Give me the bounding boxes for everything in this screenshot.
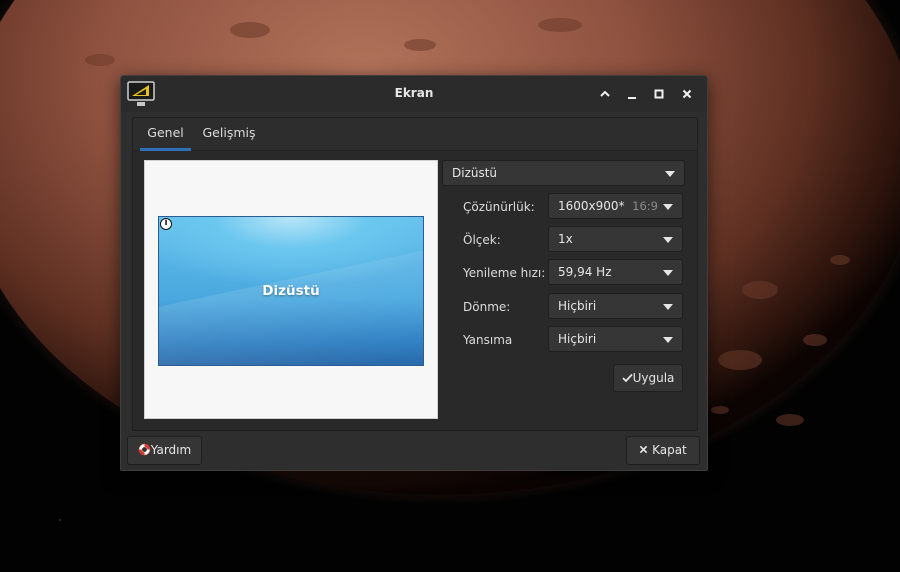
- tab-advanced[interactable]: Gelişmiş: [199, 118, 259, 148]
- scale-select[interactable]: 1x: [548, 226, 683, 252]
- close-icon: [640, 445, 648, 454]
- tab-bar: Genel Gelişmiş: [133, 118, 697, 151]
- title-bar[interactable]: Ekran: [121, 76, 707, 112]
- reflection-label: Yansıma: [463, 333, 513, 347]
- refresh-rate-select[interactable]: 59,94 Hz: [548, 259, 683, 285]
- reflection-value: Hiçbiri: [558, 332, 597, 346]
- close-window-button[interactable]: [677, 84, 697, 104]
- refresh-rate-value: 59,94 Hz: [558, 265, 612, 279]
- apply-button-label: Uygula: [632, 371, 675, 385]
- chevron-down-icon: [663, 337, 673, 343]
- screen-sheen: [159, 242, 423, 365]
- chevron-up-icon: [600, 90, 610, 97]
- rotation-select[interactable]: Hiçbiri: [548, 293, 683, 319]
- chevron-down-icon: [663, 304, 673, 310]
- resolution-select[interactable]: 1600x900* 16:9: [548, 193, 683, 219]
- maximize-window-button[interactable]: [649, 84, 669, 104]
- close-button[interactable]: Kapat: [626, 436, 700, 465]
- close-button-label: Kapat: [652, 443, 687, 457]
- scale-value: 1x: [558, 232, 573, 246]
- window-title: Ekran: [394, 86, 434, 100]
- close-icon: [682, 89, 692, 99]
- chevron-down-icon: [663, 204, 673, 210]
- shade-window-button[interactable]: [595, 84, 615, 104]
- help-button-label: Yardım: [150, 443, 192, 457]
- lifebuoy-icon: [138, 443, 151, 456]
- checkmark-icon: [621, 373, 633, 383]
- display-preview-laptop[interactable]: i Dizüstü: [158, 216, 424, 366]
- rotation-value: Hiçbiri: [558, 299, 597, 313]
- refresh-rate-label: Yenileme hızı:: [463, 266, 546, 280]
- apply-button[interactable]: Uygula: [613, 364, 683, 392]
- maximize-icon: [654, 89, 664, 99]
- help-button[interactable]: Yardım: [127, 436, 202, 465]
- display-preview-area: i Dizüstü: [144, 160, 438, 419]
- tab-general[interactable]: Genel: [140, 118, 191, 151]
- display-select-value: Dizüstü: [452, 166, 498, 180]
- display-preview-label: Dizüstü: [262, 283, 320, 299]
- resolution-value: 1600x900*: [558, 199, 625, 213]
- chevron-down-icon: [665, 171, 675, 177]
- reflection-select[interactable]: Hiçbiri: [548, 326, 683, 352]
- minimize-window-button[interactable]: [622, 84, 642, 104]
- resolution-label: Çözünürlük:: [463, 200, 535, 214]
- minimize-icon: [628, 97, 636, 99]
- aspect-ratio-hint: 16:9: [632, 199, 658, 213]
- chevron-down-icon: [663, 237, 673, 243]
- chevron-down-icon: [663, 270, 673, 276]
- rotation-label: Dönme:: [463, 300, 511, 314]
- display-select[interactable]: Dizüstü: [442, 160, 685, 186]
- scale-label: Ölçek:: [463, 233, 501, 247]
- display-settings-window: Ekran Genel Gelişmiş i Dizüstü Dizüstü Ç…: [120, 75, 708, 471]
- info-icon[interactable]: i: [160, 218, 172, 230]
- tab-container: Genel Gelişmiş i Dizüstü Dizüstü Çözünür…: [132, 117, 698, 431]
